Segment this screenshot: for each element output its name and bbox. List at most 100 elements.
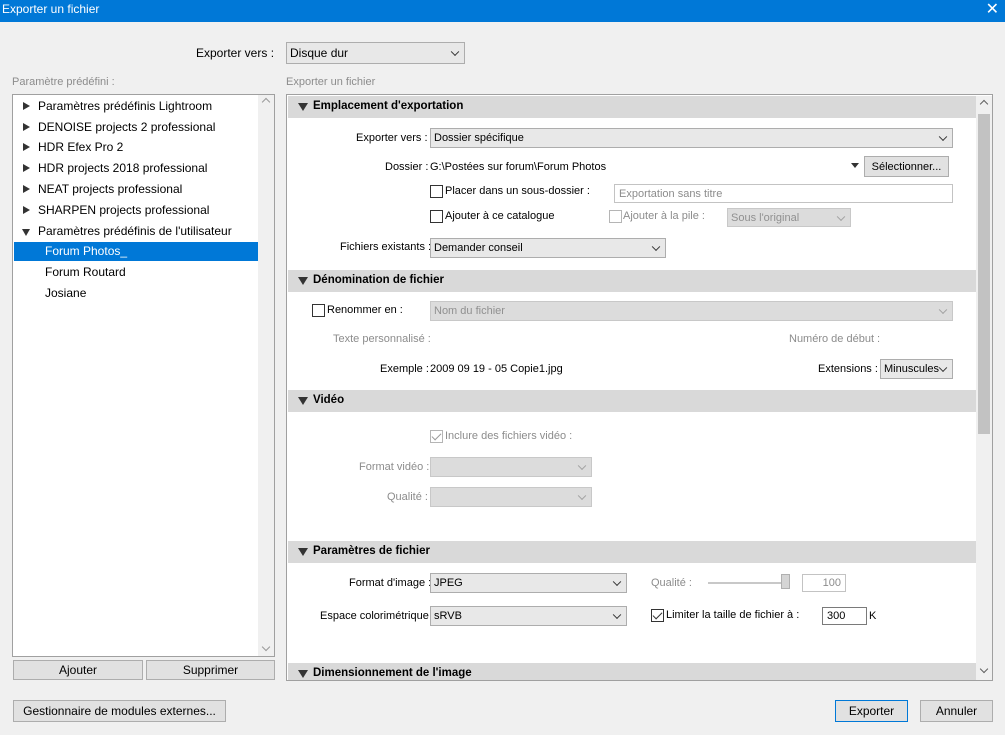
scroll-up-icon[interactable] <box>261 97 271 107</box>
rename-checkbox[interactable] <box>312 304 325 317</box>
scroll-down-icon[interactable] <box>261 642 271 652</box>
scroll-up-icon[interactable] <box>979 99 989 109</box>
expand-arrow-icon[interactable] <box>23 185 30 193</box>
add-catalog-label: Ajouter à ce catalogue <box>445 210 555 222</box>
extensions-value: Minuscules <box>884 363 940 375</box>
preset-group-lightroom[interactable]: Paramètres prédéfinis Lightroom <box>13 96 259 116</box>
preset-item-forum-photos[interactable]: Forum Photos_ <box>14 242 260 261</box>
start-number-label: Numéro de début : <box>789 333 881 345</box>
collapse-arrow-icon[interactable] <box>298 397 308 405</box>
collapse-arrow-icon[interactable] <box>298 548 308 556</box>
collapse-arrow-icon[interactable] <box>298 103 308 111</box>
expand-arrow-icon[interactable] <box>23 206 30 214</box>
chevron-down-icon <box>612 610 622 620</box>
colorspace-value: sRVB <box>434 610 462 622</box>
quality-input[interactable]: 100 <box>802 574 846 592</box>
preset-group-label: Paramètres prédéfinis Lightroom <box>38 99 213 113</box>
preset-group-label: Paramètres prédéfinis de l'utilisateur <box>38 224 232 238</box>
section-header-naming[interactable]: Dénomination de fichier <box>288 270 976 292</box>
limit-size-input[interactable]: 300 <box>822 607 867 625</box>
quality-slider-thumb[interactable] <box>781 574 790 589</box>
preset-item-label: Forum Photos_ <box>45 244 128 258</box>
include-video-label: Inclure des fichiers vidéo : <box>445 430 573 442</box>
cancel-button[interactable]: Annuler <box>920 700 993 722</box>
section-title: Paramètres de fichier <box>313 545 430 557</box>
image-format-value: JPEG <box>434 577 463 589</box>
export-to-value: Disque dur <box>290 46 349 60</box>
include-video-checkbox[interactable] <box>430 430 443 443</box>
section-header-file-settings[interactable]: Paramètres de fichier <box>288 541 976 563</box>
expand-arrow-icon[interactable] <box>23 143 30 151</box>
location-export-to-value: Dossier spécifique <box>434 132 524 144</box>
preset-item-forum-routard[interactable]: Forum Routard <box>13 262 259 282</box>
preset-list[interactable]: Paramètres prédéfinis Lightroom DENOISE … <box>12 94 275 657</box>
section-header-location[interactable]: Emplacement d'exportation <box>288 96 976 118</box>
preset-group-denoise[interactable]: DENOISE projects 2 professional <box>13 117 259 137</box>
location-export-to-select[interactable]: Dossier spécifique <box>430 128 953 148</box>
add-stack-checkbox[interactable] <box>609 210 622 223</box>
rename-label: Renommer en : <box>327 304 403 316</box>
chevron-down-icon <box>577 461 587 471</box>
preset-group-label: HDR projects 2018 professional <box>38 161 208 175</box>
location-export-to-label: Exporter vers : <box>356 132 428 144</box>
video-format-label: Format vidéo : <box>359 461 430 473</box>
preset-group-sharpen[interactable]: SHARPEN projects professional <box>13 200 259 220</box>
stack-value: Sous l'original <box>731 211 800 224</box>
section-title: Dimensionnement de l'image <box>313 667 472 679</box>
colorspace-select[interactable]: sRVB <box>430 606 627 626</box>
preset-header: Paramètre prédéfini : <box>12 76 115 88</box>
chevron-down-icon <box>938 305 948 315</box>
export-button[interactable]: Exporter <box>835 700 908 722</box>
section-header-image-sizing[interactable]: Dimensionnement de l'image <box>288 663 976 680</box>
export-to-select[interactable]: Disque dur <box>286 42 465 64</box>
add-preset-button[interactable]: Ajouter <box>13 660 143 680</box>
extensions-select[interactable]: Minuscules <box>880 359 953 379</box>
scroll-down-icon[interactable] <box>979 664 989 674</box>
limit-size-checkbox[interactable] <box>651 609 664 622</box>
image-format-select[interactable]: JPEG <box>430 573 627 593</box>
subfolder-checkbox[interactable] <box>430 185 443 198</box>
chevron-down-icon <box>577 491 587 501</box>
preset-group-label: SHARPEN projects professional <box>38 203 210 217</box>
rename-value: Nom du fichier <box>434 305 505 317</box>
expand-arrow-icon[interactable] <box>23 102 30 110</box>
preset-scrollbar[interactable] <box>258 95 274 656</box>
section-header-video[interactable]: Vidéo <box>288 390 976 412</box>
preset-item-josiane[interactable]: Josiane <box>13 283 259 303</box>
folder-path: G:\Postées sur forum\Forum Photos <box>430 161 607 173</box>
collapse-arrow-icon[interactable] <box>22 229 30 236</box>
video-format-select[interactable] <box>430 457 592 477</box>
example-value: 2009 09 19 - 05 Copie1.jpg <box>430 363 563 375</box>
folder-dropdown-icon[interactable] <box>851 163 859 168</box>
stack-select[interactable]: Sous l'original <box>727 208 851 227</box>
collapse-arrow-icon[interactable] <box>298 277 308 285</box>
close-icon[interactable]: ✕ <box>986 0 999 20</box>
preset-group-neat[interactable]: NEAT projects professional <box>13 179 259 199</box>
plugin-manager-button[interactable]: Gestionnaire de modules externes... <box>13 700 226 722</box>
rename-select[interactable]: Nom du fichier <box>430 301 953 321</box>
settings-scrollbar[interactable] <box>976 96 992 680</box>
existing-files-value: Demander conseil <box>434 242 523 254</box>
window-title: Exporter un fichier <box>2 2 100 16</box>
preset-group-hdr-projects[interactable]: HDR projects 2018 professional <box>13 158 259 178</box>
add-catalog-checkbox[interactable] <box>430 210 443 223</box>
subfolder-input[interactable]: Exportation sans titre <box>614 184 953 203</box>
remove-preset-button[interactable]: Supprimer <box>146 660 275 680</box>
preset-group-user[interactable]: Paramètres prédéfinis de l'utilisateur <box>13 221 259 241</box>
extensions-label: Extensions : <box>818 363 878 375</box>
limit-size-unit: K <box>869 610 877 622</box>
collapse-arrow-icon[interactable] <box>298 670 308 678</box>
expand-arrow-icon[interactable] <box>23 123 30 131</box>
video-quality-select[interactable] <box>430 487 592 507</box>
existing-files-select[interactable]: Demander conseil <box>430 238 666 258</box>
preset-item-label: Josiane <box>45 286 87 300</box>
section-title: Vidéo <box>313 394 345 406</box>
colorspace-label: Espace colorimétrique : <box>320 610 435 622</box>
scrollbar-thumb[interactable] <box>978 114 990 434</box>
expand-arrow-icon[interactable] <box>23 164 30 172</box>
select-folder-button[interactable]: Sélectionner... <box>864 156 949 177</box>
section-title: Dénomination de fichier <box>313 274 444 286</box>
preset-group-label: NEAT projects professional <box>38 182 183 196</box>
quality-slider-track[interactable] <box>708 582 786 584</box>
preset-group-hdr-efex[interactable]: HDR Efex Pro 2 <box>13 137 259 157</box>
